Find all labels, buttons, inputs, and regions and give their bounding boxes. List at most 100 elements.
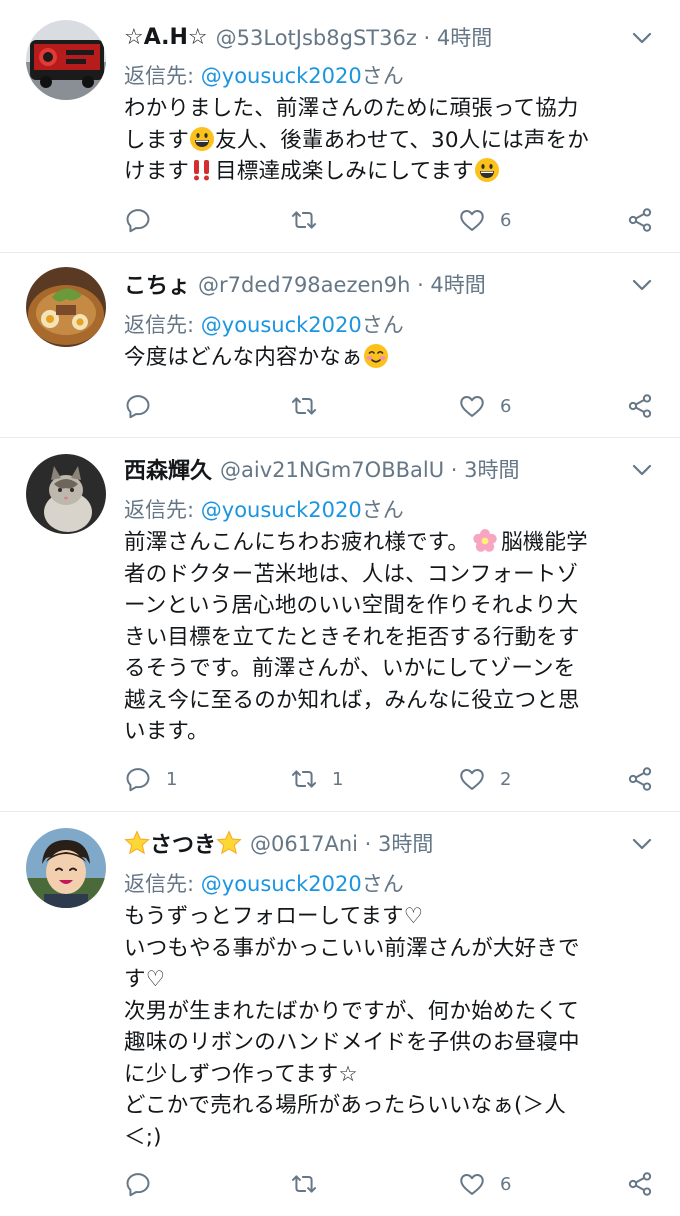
avatar[interactable] <box>26 828 106 908</box>
text-line: に少しずつ作ってます☆ <box>124 1061 358 1087</box>
mention-link[interactable]: @yousuck2020 <box>201 313 362 337</box>
caret-down-icon[interactable] <box>630 458 654 482</box>
mention-link[interactable]: @yousuck2020 <box>201 498 362 522</box>
retweet-button[interactable] <box>290 388 332 424</box>
reply-button[interactable] <box>124 202 166 238</box>
mention-link[interactable]: @yousuck2020 <box>201 872 362 896</box>
like-button[interactable]: 6 <box>458 202 511 238</box>
cherry-blossom-emoji <box>472 528 498 554</box>
tweet-actions: 6 <box>124 388 660 424</box>
text-segment: 目標達成楽しみにしてます <box>215 159 474 184</box>
avatar[interactable] <box>26 267 106 347</box>
tweet-actions: 6 <box>124 1166 660 1202</box>
like-button[interactable]: 2 <box>458 761 511 797</box>
reply-suffix: さん <box>361 64 404 88</box>
handle-and-time: @aiv21NGm7OBBalU · 3時間 <box>220 454 519 484</box>
mention-link[interactable]: @yousuck2020 <box>201 64 362 88</box>
handle[interactable]: @0617Ani <box>250 832 358 856</box>
text-line: ーンという居心地のいい空間を作りそれより大 <box>124 593 579 618</box>
text-line: 今度はどんな内容かなぁ <box>124 342 644 374</box>
tweet-actions: 6 <box>124 202 660 238</box>
tweet-header: さつき @0617Ani · 3時間 <box>124 825 660 861</box>
display-name[interactable]: こちょ <box>124 268 190 300</box>
tweet-2[interactable]: こちょ @r7ded798aezen9h · 4時間 返信先: @yousuck… <box>0 253 680 437</box>
text-line: けます 目標達成楽しみにしてます <box>124 156 644 188</box>
text-line: どこかで売れる場所があったらいいなぁ(＞人 <box>124 1093 566 1118</box>
display-name[interactable]: 西森輝久 <box>124 453 212 485</box>
like-count: 2 <box>500 768 512 790</box>
retweet-button[interactable] <box>290 202 332 238</box>
timestamp[interactable]: 4時間 <box>430 273 485 297</box>
tweet-text: 前澤さんこんにちわお疲れ様です。 脳機能学 者のドクター苫米地は、人は、コンフォート… <box>124 527 644 748</box>
timestamp[interactable]: 3時間 <box>464 458 519 482</box>
handle-and-time: @0617Ani · 3時間 <box>250 828 433 858</box>
avatar[interactable] <box>26 20 106 100</box>
display-name[interactable]: さつき <box>124 827 242 859</box>
like-count: 6 <box>500 395 512 417</box>
text-line: います。 <box>124 719 209 744</box>
reply-icon <box>124 392 152 420</box>
display-name-text: さつき <box>150 833 217 858</box>
reply-to: 返信先: @yousuck2020さん <box>124 60 404 90</box>
retweet-button[interactable]: 1 <box>290 761 343 797</box>
avatar[interactable] <box>26 454 106 534</box>
reply-button[interactable]: 1 <box>124 761 177 797</box>
reply-suffix: さん <box>361 872 404 896</box>
retweet-count: 1 <box>332 768 344 790</box>
grinning-emoji <box>474 157 500 183</box>
like-icon <box>458 765 486 793</box>
like-button[interactable]: 6 <box>458 1166 511 1202</box>
share-icon <box>626 765 654 793</box>
share-button[interactable] <box>626 1166 654 1202</box>
reply-icon <box>124 1170 152 1198</box>
reply-to: 返信先: @yousuck2020さん <box>124 494 404 524</box>
tweet-header: ☆A.H☆ @53LotJsb8gST36z · 4時間 <box>124 19 660 55</box>
retweet-button[interactable] <box>290 1166 332 1202</box>
reply-button[interactable] <box>124 388 166 424</box>
reply-icon <box>124 206 152 234</box>
reply-prefix: 返信先: <box>124 872 201 896</box>
share-button[interactable] <box>626 202 654 238</box>
separator: · <box>410 273 431 297</box>
timestamp[interactable]: 3時間 <box>378 832 433 856</box>
text-line: 者のドクター苫米地は、人は、コンフォートゾ <box>124 561 579 587</box>
caret-down-icon[interactable] <box>630 26 654 50</box>
share-button[interactable] <box>626 388 654 424</box>
text-line: きい目標を立てたときそれを拒否する行動をす <box>124 624 580 650</box>
share-icon <box>626 392 654 420</box>
text-line: します 友人、後輩あわせて、30人には声をか <box>124 125 644 157</box>
reply-to: 返信先: @yousuck2020さん <box>124 309 404 339</box>
timestamp[interactable]: 4時間 <box>437 26 492 50</box>
grinning-emoji <box>189 126 215 152</box>
smiling-blush-emoji <box>363 343 389 369</box>
handle[interactable]: @r7ded798aezen9h <box>198 273 410 297</box>
share-button[interactable] <box>626 761 654 797</box>
text-segment: 今度はどんな内容かなぁ <box>124 345 363 370</box>
tweet-1[interactable]: ☆A.H☆ @53LotJsb8gST36z · 4時間 返信先: @yousu… <box>0 0 680 252</box>
tweet-text: もうずっとフォローしてます♡ いつもやる事がかっこいい前澤さんが大好きで す♡ 次男が… <box>124 901 644 1153</box>
tweet-actions: 1 1 2 <box>124 761 660 797</box>
tweet-header: 西森輝久 @aiv21NGm7OBBalU · 3時間 <box>124 451 660 487</box>
text-line: もうずっとフォローしてます♡ <box>124 904 424 929</box>
reply-suffix: さん <box>361 313 404 337</box>
display-name[interactable]: ☆A.H☆ <box>124 25 208 50</box>
retweet-icon <box>290 1170 318 1198</box>
text-line: 前澤さんこんにちわお疲れ様です。 脳機能学 <box>124 527 644 559</box>
reply-button[interactable] <box>124 1166 166 1202</box>
reply-count: 1 <box>166 768 178 790</box>
reply-prefix: 返信先: <box>124 64 201 88</box>
text-line: す♡ <box>124 967 166 992</box>
tweet-4[interactable]: さつき @0617Ani · 3時間 返信先: @yousuck2020さん も… <box>0 812 680 1216</box>
caret-down-icon[interactable] <box>630 273 654 297</box>
tweet-3[interactable]: 西森輝久 @aiv21NGm7OBBalU · 3時間 返信先: @yousuc… <box>0 438 680 811</box>
handle[interactable]: @aiv21NGm7OBBalU <box>220 458 444 482</box>
text-line: いつもやる事がかっこいい前澤さんが大好きで <box>124 935 580 961</box>
text-segment: けます <box>124 159 190 184</box>
like-count: 6 <box>500 209 512 231</box>
handle[interactable]: @53LotJsb8gST36z <box>216 26 417 50</box>
text-line: ＜;) <box>124 1124 162 1150</box>
handle-and-time: @r7ded798aezen9h · 4時間 <box>198 269 486 299</box>
text-line: 越え今に至るのか知れば，みんなに役立つと思 <box>124 687 580 713</box>
caret-down-icon[interactable] <box>630 832 654 856</box>
like-button[interactable]: 6 <box>458 388 511 424</box>
